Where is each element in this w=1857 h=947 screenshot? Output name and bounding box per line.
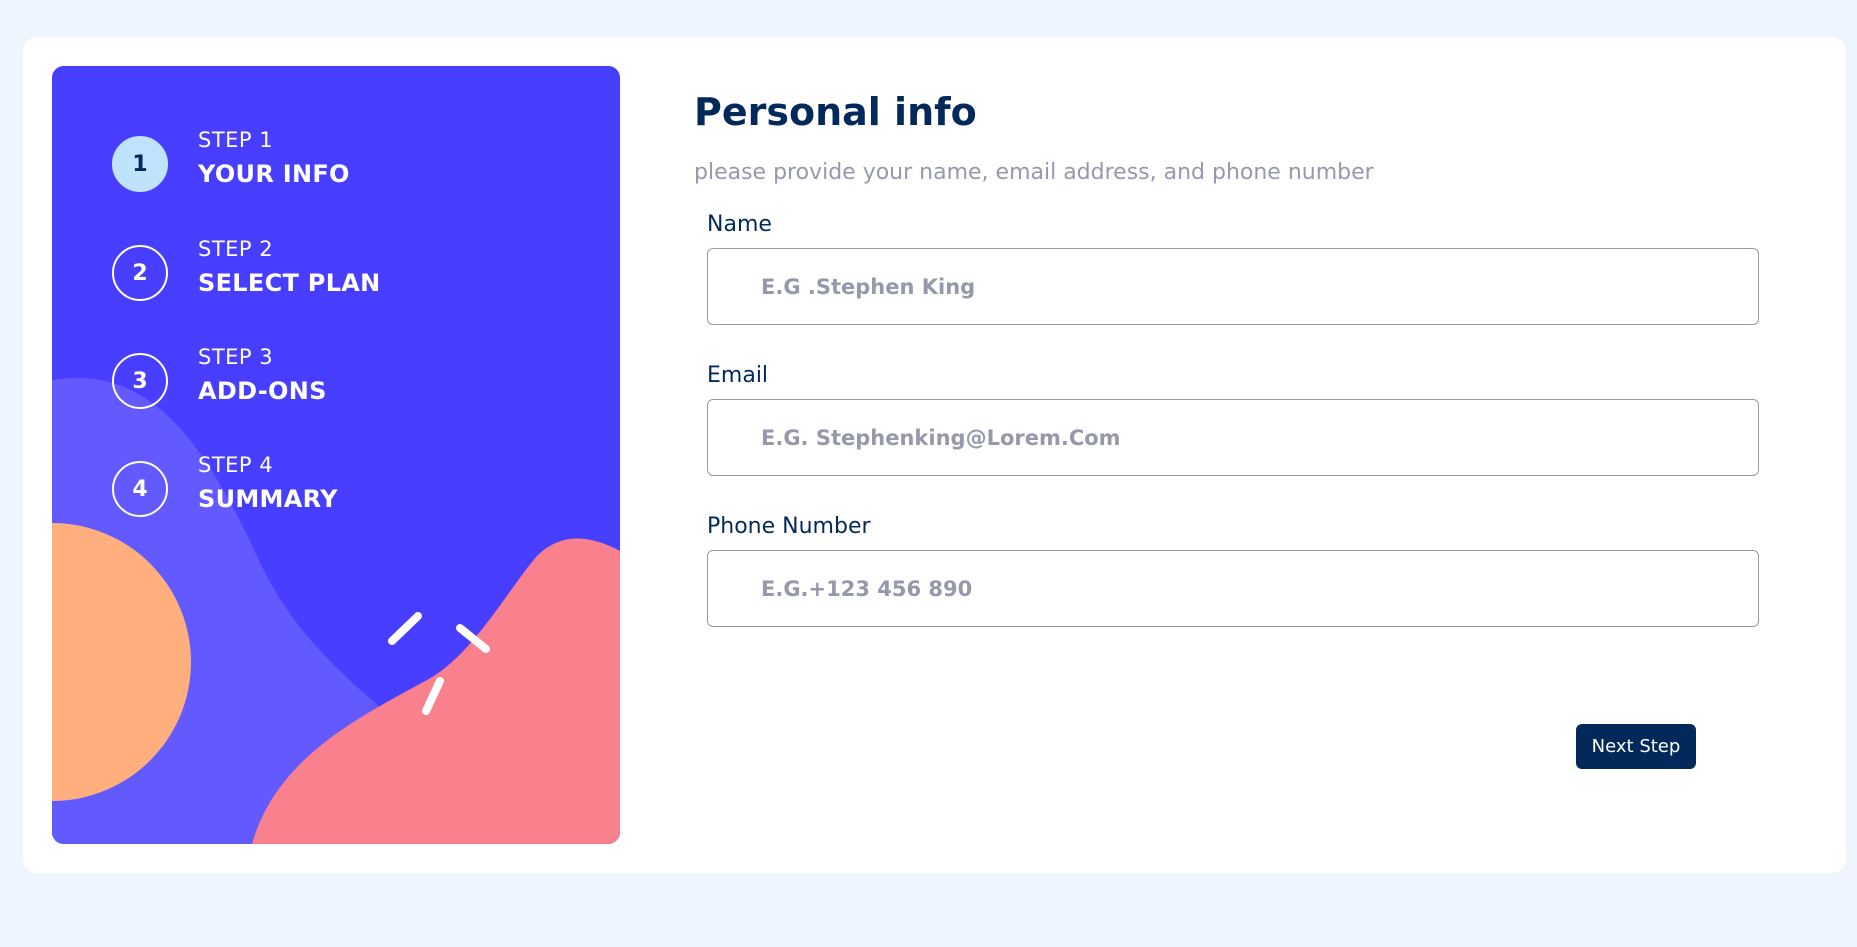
- phone-number-input[interactable]: [707, 550, 1759, 627]
- step-kicker-label: STEP 4: [198, 453, 274, 477]
- step-title-label: SUMMARY: [198, 485, 338, 513]
- step-number-circle[interactable]: 1: [112, 136, 168, 192]
- step-kicker-label: STEP 3: [198, 345, 274, 369]
- name-input[interactable]: [707, 248, 1759, 325]
- step-kicker-label: STEP 2: [198, 237, 274, 261]
- email-input[interactable]: [707, 399, 1759, 476]
- email-label: Email: [707, 363, 769, 388]
- step-item-2[interactable]: 2 STEP 2 SELECT PLAN: [112, 237, 532, 305]
- step-item-4[interactable]: 4 STEP 4 SUMMARY: [112, 453, 532, 521]
- step-item-1[interactable]: 1 STEP 1 YOUR INFO: [112, 128, 532, 196]
- step-sidebar: 1 STEP 1 YOUR INFO 2 STEP 2 SELECT PLAN …: [52, 66, 620, 844]
- phone-label: Phone Number: [707, 514, 871, 539]
- name-label: Name: [707, 212, 772, 237]
- step-title-label: ADD-ONS: [198, 377, 327, 405]
- page-title: Personal info: [694, 90, 977, 134]
- step-number-circle[interactable]: 3: [112, 353, 168, 409]
- step-item-3[interactable]: 3 STEP 3 ADD-ONS: [112, 345, 532, 413]
- step-title-label: SELECT PLAN: [198, 269, 381, 297]
- step-number-circle[interactable]: 2: [112, 245, 168, 301]
- step-kicker-label: STEP 1: [198, 128, 274, 152]
- step-title-label: YOUR INFO: [198, 160, 350, 188]
- next-step-button[interactable]: Next Step: [1576, 724, 1696, 769]
- step-number-circle[interactable]: 4: [112, 461, 168, 517]
- page-subtitle: please provide your name, email address,…: [694, 160, 1374, 185]
